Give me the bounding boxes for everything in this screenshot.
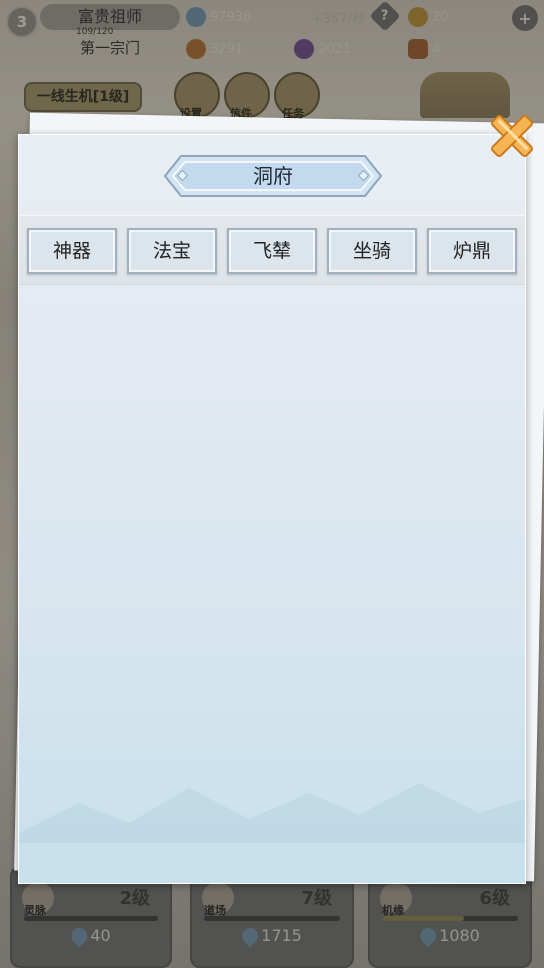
cave-dwelling-dialog: 洞府 神器 法宝 飞辇 坐骑 炉鼎 <box>18 134 526 884</box>
category-tab-strip: 神器 法宝 飞辇 坐骑 炉鼎 <box>19 215 525 285</box>
tab-flying-chariot[interactable]: 飞辇 <box>227 228 317 274</box>
tab-magic-treasure[interactable]: 法宝 <box>127 228 217 274</box>
tab-mount[interactable]: 坐骑 <box>327 228 417 274</box>
mountain-decoration <box>19 783 525 843</box>
tab-artifact[interactable]: 神器 <box>27 228 117 274</box>
title-plaque: 洞府 <box>161 152 385 200</box>
close-x-graphic <box>491 115 533 157</box>
dialog-title: 洞府 <box>253 164 293 188</box>
tab-furnace[interactable]: 炉鼎 <box>427 228 517 274</box>
close-x-icon[interactable] <box>484 108 540 164</box>
